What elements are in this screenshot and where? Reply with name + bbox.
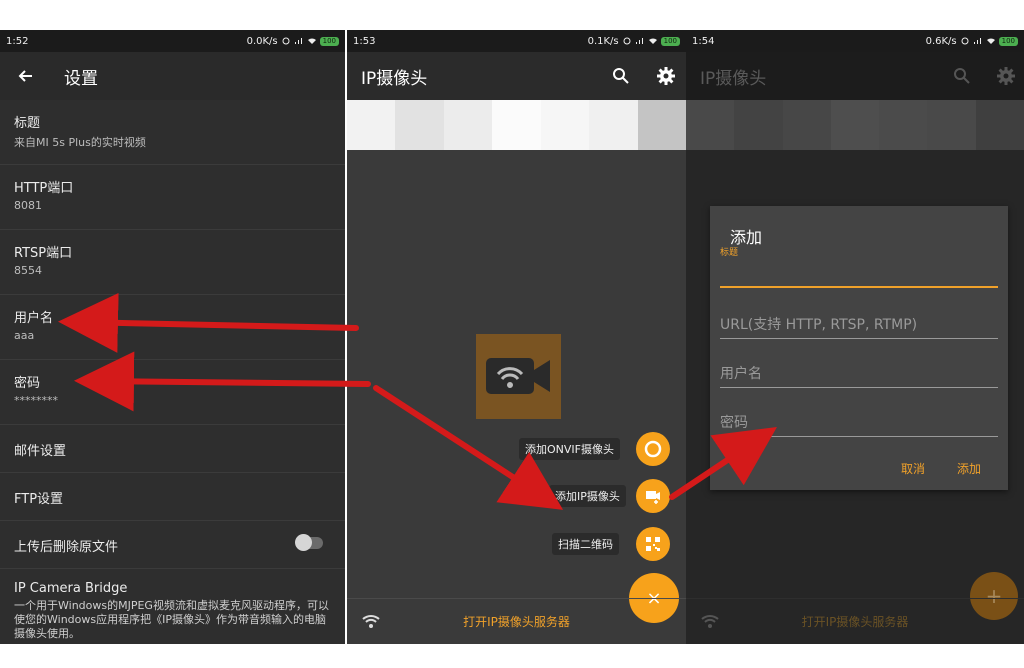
fab-label-add-onvif[interactable]: 添加ONVIF摄像头 — [519, 438, 620, 460]
search-icon — [950, 64, 974, 88]
status-indicators: 0.6K/s 100 — [926, 36, 1018, 47]
start-server-button[interactable]: 打开IP摄像头服务器 — [463, 613, 570, 630]
battery-icon: 100 — [319, 36, 339, 46]
status-bar: 1:52 0.0K/s 100 — [0, 30, 345, 52]
password-input[interactable]: 密码 — [720, 412, 998, 437]
wifi-status-icon — [648, 38, 657, 44]
cancel-button[interactable]: 取消 — [901, 460, 925, 477]
alarm-icon — [623, 37, 631, 45]
status-time: 1:52 — [6, 35, 29, 47]
setting-email-row[interactable]: 邮件设置 — [0, 425, 345, 473]
add-button[interactable]: 添加 — [957, 460, 981, 477]
add-camera-icon[interactable] — [636, 479, 670, 513]
status-time: 1:53 — [353, 35, 376, 47]
server-bar[interactable]: 打开IP摄像头服务器 — [347, 598, 686, 644]
qr-code-icon[interactable] — [636, 527, 670, 561]
setting-label: FTP设置 — [14, 492, 64, 507]
app-title: IP摄像头 — [361, 68, 428, 89]
setting-value: ******** — [14, 394, 58, 407]
setting-value: 来自MI 5s Plus的实时视频 — [14, 136, 146, 149]
camera-list-screen: 1:53 0.1K/s 100 IP摄像头 添加ONVIF摄像头 添加IP摄像头… — [347, 30, 686, 644]
blurred-banner-dimmed — [686, 100, 1024, 150]
signal-icon — [973, 38, 981, 44]
network-speed: 0.1K/s — [587, 35, 619, 47]
alarm-icon — [282, 37, 290, 45]
setting-description: 一个用于Windows的MJPEG视频流和虚拟麦克风驱动程序，可以使您的Wind… — [14, 599, 329, 640]
wifi-status-icon — [986, 38, 995, 44]
ring-icon[interactable] — [636, 432, 670, 466]
battery-icon: 100 — [660, 36, 680, 46]
setting-value: aaa — [14, 329, 35, 342]
battery-icon: 100 — [998, 36, 1018, 46]
wifi-icon — [362, 615, 380, 628]
setting-http-port-row[interactable]: HTTP端口 8081 — [0, 165, 345, 230]
blurred-banner — [347, 100, 686, 150]
status-bar: 1:54 0.6K/s 100 — [686, 30, 1024, 52]
setting-label: HTTP端口 — [14, 181, 74, 196]
toggle-knob — [295, 534, 312, 551]
setting-password-row[interactable]: 密码 ******** — [0, 360, 345, 425]
url-input[interactable]: URL(支持 HTTP, RTSP, RTMP) — [720, 314, 998, 339]
status-indicators: 0.0K/s 100 — [247, 36, 339, 47]
setting-label: 上传后删除原文件 — [14, 540, 119, 555]
title-field-label: 标题 — [720, 248, 739, 258]
setting-value: 8081 — [14, 199, 42, 212]
username-input[interactable]: 用户名 — [720, 363, 998, 388]
add-camera-dialog: 添加 标题 URL(支持 HTTP, RTSP, RTMP) 用户名 密码 取消… — [710, 206, 1008, 490]
setting-label: 用户名 — [14, 311, 54, 326]
settings-appbar: 设置 — [0, 52, 345, 100]
setting-ftp-row[interactable]: FTP设置 — [0, 473, 345, 521]
setting-rtsp-port-row[interactable]: RTSP端口 8554 — [0, 230, 345, 295]
title-input[interactable] — [720, 264, 998, 288]
setting-value: 8554 — [14, 264, 42, 277]
status-indicators: 0.1K/s 100 — [588, 36, 680, 47]
delete-after-upload-toggle[interactable] — [295, 534, 323, 551]
settings-screen: 1:52 0.0K/s 100 设置 标题 来自MI 5s Plus的实时视频 … — [0, 30, 345, 644]
status-bar: 1:53 0.1K/s 100 — [347, 30, 686, 52]
setting-label: RTSP端口 — [14, 246, 73, 261]
camera-appbar-dimmed: IP摄像头 — [686, 52, 1024, 100]
setting-username-row[interactable]: 用户名 aaa — [0, 295, 345, 360]
wifi-icon — [701, 615, 719, 628]
signal-icon — [294, 38, 302, 44]
setting-label: 标题 — [14, 116, 41, 131]
settings-list: 标题 来自MI 5s Plus的实时视频 HTTP端口 8081 RTSP端口 … — [0, 100, 345, 644]
start-server-label: 打开IP摄像头服务器 — [801, 615, 909, 629]
setting-label: 邮件设置 — [14, 444, 67, 459]
setting-delete-after-upload-row[interactable]: 上传后删除原文件 — [0, 521, 345, 569]
network-speed: 0.0K/s — [246, 35, 278, 47]
wifi-status-icon — [307, 38, 316, 44]
page-title: 设置 — [64, 68, 98, 89]
add-dialog-screen: 1:54 0.6K/s 100 IP摄像头 添加 标题 URL(支持 HTTP,… — [686, 30, 1024, 644]
alarm-icon — [961, 37, 969, 45]
camera-thumbnail[interactable] — [476, 334, 561, 419]
server-bar-dimmed: 打开IP摄像头服务器 — [686, 598, 1024, 644]
status-time: 1:54 — [692, 35, 715, 47]
setting-label: IP Camera Bridge — [14, 581, 128, 596]
setting-ip-camera-bridge-row[interactable]: IP Camera Bridge 一个用于Windows的MJPEG视频流和虚拟… — [0, 569, 345, 644]
fab-label-scan-qr[interactable]: 扫描二维码 — [552, 533, 619, 555]
setting-title-row[interactable]: 标题 来自MI 5s Plus的实时视频 — [0, 100, 345, 165]
gear-icon[interactable] — [654, 64, 678, 88]
fab-label-add-ip-camera[interactable]: 添加IP摄像头 — [549, 485, 626, 507]
camera-wifi-icon — [486, 358, 550, 394]
arrow-left-icon[interactable] — [0, 52, 50, 100]
gear-icon — [994, 64, 1018, 88]
setting-label: 密码 — [14, 376, 41, 391]
app-title: IP摄像头 — [700, 68, 767, 89]
camera-appbar: IP摄像头 — [347, 52, 686, 100]
search-icon[interactable] — [609, 64, 633, 88]
signal-icon — [635, 38, 643, 44]
network-speed: 0.6K/s — [925, 35, 957, 47]
